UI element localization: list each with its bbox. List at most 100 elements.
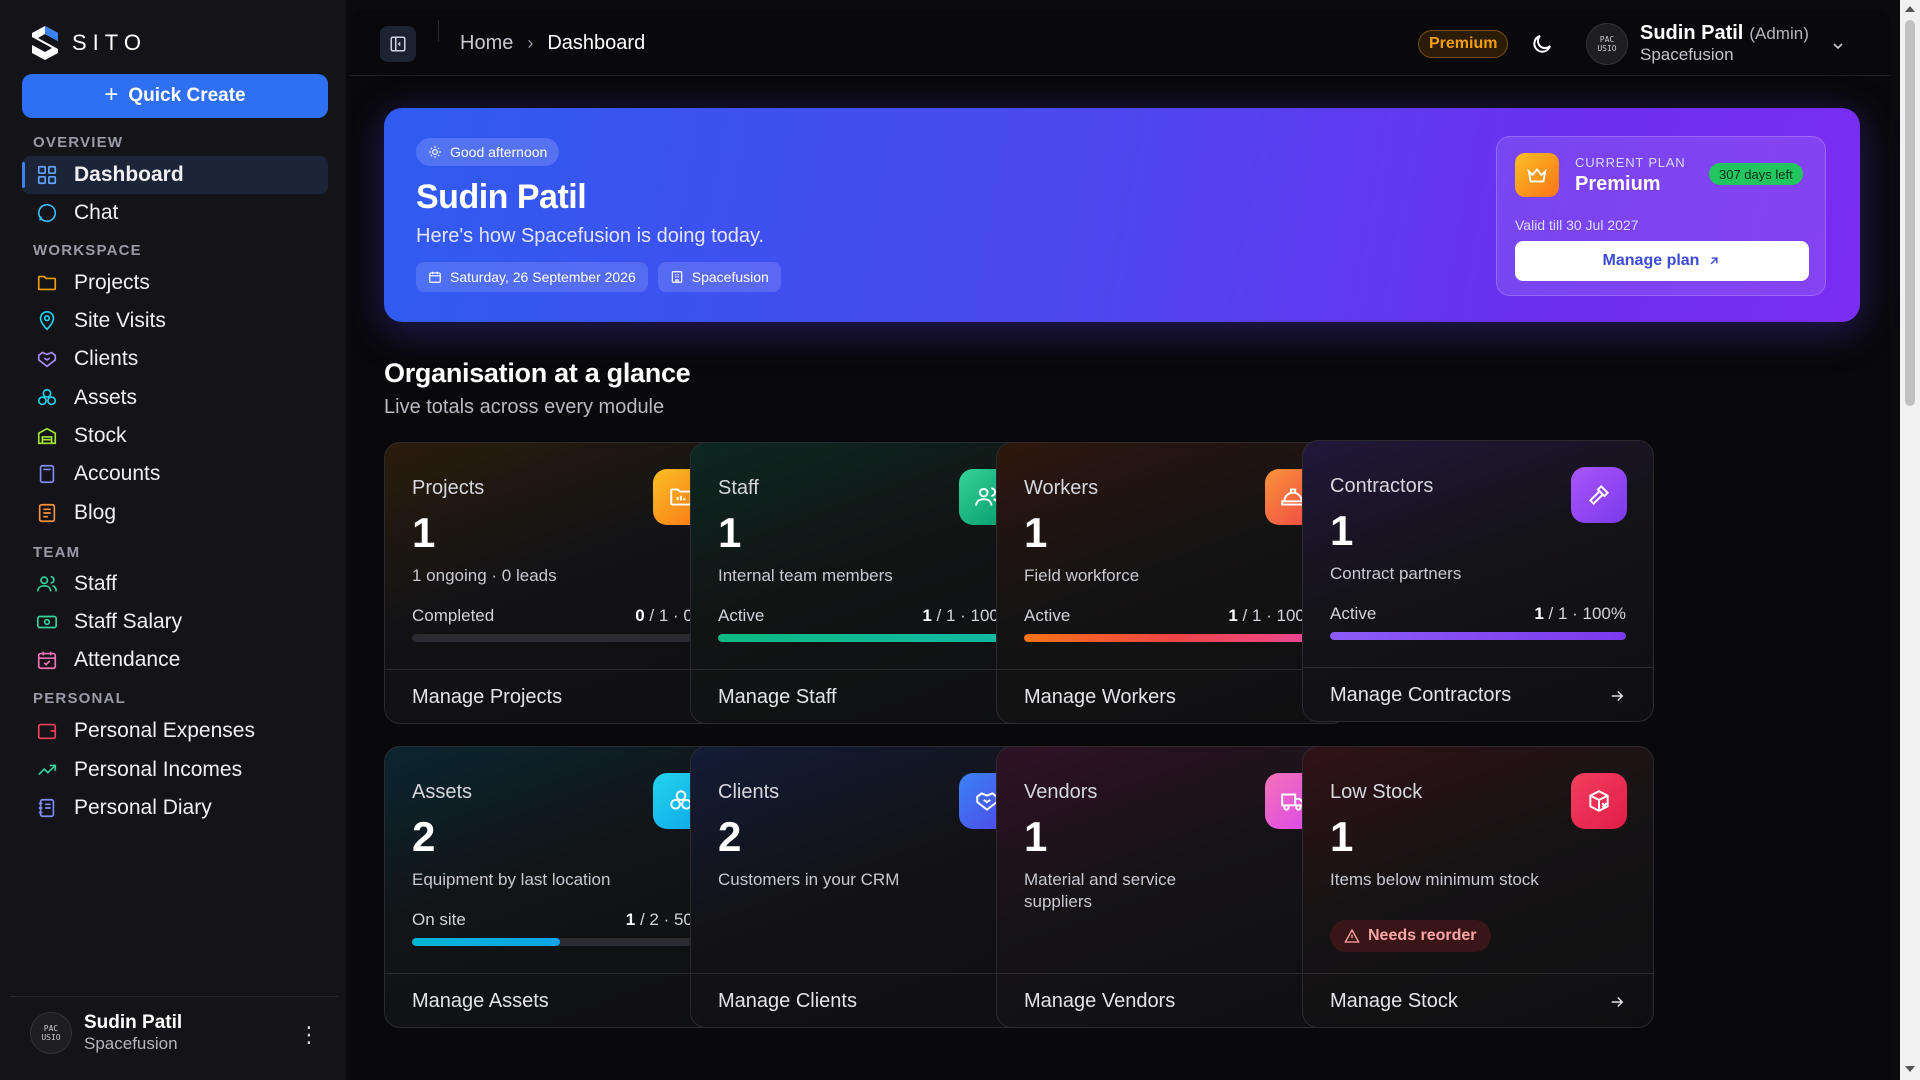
quick-create-button[interactable]: + Quick Create bbox=[22, 74, 328, 118]
plan-label: CURRENT PLAN bbox=[1575, 155, 1686, 170]
sidebar-toggle-button[interactable] bbox=[380, 26, 416, 62]
chat-icon bbox=[37, 203, 57, 223]
quick-create-label: Quick Create bbox=[128, 85, 246, 106]
sidebar-item-label: Chat bbox=[74, 201, 119, 224]
card-value: 1 bbox=[1024, 813, 1048, 860]
nav-section-team: TEAM bbox=[33, 544, 81, 561]
card-value: 1 bbox=[412, 509, 436, 556]
card-footer-label: Manage Assets bbox=[412, 990, 549, 1012]
card-footer-label: Manage Clients bbox=[718, 990, 857, 1012]
breadcrumb-home[interactable]: Home bbox=[460, 32, 513, 55]
sidebar-user-org: Spacefusion bbox=[84, 1034, 178, 1053]
main-content: Home › Dashboard Premium PAC USIO Sudin P… bbox=[350, 10, 1890, 1080]
sidebar-item-stock[interactable]: Stock bbox=[22, 417, 328, 455]
chevron-down-icon[interactable] bbox=[1830, 38, 1846, 54]
scrollbar-thumb[interactable] bbox=[1905, 20, 1915, 406]
topbar-user-menu[interactable]: PAC USIO Sudin Patil (Admin) Spacefusion bbox=[1586, 22, 1809, 65]
manage-workers-link[interactable]: Manage Workers bbox=[997, 669, 1347, 723]
alert-triangle-icon bbox=[1344, 928, 1360, 943]
sidebar-item-clients[interactable]: Clients bbox=[22, 340, 328, 378]
card-description: Field workforce bbox=[1024, 566, 1140, 585]
card-stat-label: Active bbox=[1024, 606, 1071, 625]
card-title: Assets bbox=[412, 781, 473, 803]
sidebar: SITO + Quick Create OVERVIEW Dashboard C… bbox=[0, 0, 346, 1080]
manage-vendors-link[interactable]: Manage Vendors bbox=[997, 973, 1347, 1027]
map-pin-icon bbox=[39, 311, 55, 331]
warehouse-icon bbox=[37, 427, 57, 445]
progress-bar bbox=[1330, 632, 1626, 640]
sidebar-item-personal-diary[interactable]: Personal Diary bbox=[22, 789, 328, 827]
sidebar-item-label: Blog bbox=[74, 501, 117, 524]
calendar-icon bbox=[429, 271, 441, 283]
org-chip: Spacefusion bbox=[657, 262, 781, 292]
sidebar-item-chat[interactable]: Chat bbox=[22, 194, 328, 232]
card-title: Contractors bbox=[1330, 475, 1434, 497]
sidebar-item-staff-salary[interactable]: Staff Salary bbox=[22, 603, 328, 641]
sidebar-item-personal-expenses[interactable]: Personal Expenses bbox=[22, 712, 328, 750]
card-stat: Active 1 / 1 · 100% bbox=[718, 606, 1014, 626]
scroll-down-arrow-icon[interactable] bbox=[1905, 1066, 1915, 1072]
handshake-icon bbox=[37, 351, 57, 368]
scroll-up-arrow-icon[interactable] bbox=[1905, 6, 1915, 12]
topbar-user-org: Spacefusion bbox=[1640, 45, 1734, 64]
app-logo[interactable]: SITO bbox=[30, 24, 147, 62]
manage-plan-button[interactable]: Manage plan bbox=[1515, 241, 1809, 281]
stat-card-assets: Assets 2 Equipment by last location On s… bbox=[384, 746, 736, 1028]
card-description: Material and service suppliers bbox=[1024, 870, 1177, 911]
sidebar-item-label: Staff bbox=[74, 572, 117, 595]
card-value: 2 bbox=[412, 813, 436, 860]
manage-assets-link[interactable]: Manage Assets bbox=[385, 973, 735, 1027]
page-scrollbar[interactable] bbox=[1900, 0, 1920, 1080]
moon-icon[interactable] bbox=[1530, 32, 1554, 56]
card-title: Staff bbox=[718, 477, 759, 499]
card-stat-value: 1 / 1 · 100% bbox=[1534, 604, 1626, 623]
sidebar-item-dashboard[interactable]: Dashboard bbox=[22, 156, 328, 194]
package-x-icon bbox=[1571, 773, 1627, 829]
plan-valid-till: Valid till 30 Jul 2027 bbox=[1515, 217, 1639, 233]
progress-fill bbox=[1330, 632, 1626, 640]
sidebar-item-personal-incomes[interactable]: Personal Incomes bbox=[22, 751, 328, 789]
sidebar-item-staff[interactable]: Staff bbox=[22, 565, 328, 603]
card-footer-label: Manage Contractors bbox=[1330, 684, 1512, 706]
avatar: PAC USIO bbox=[1586, 22, 1628, 65]
manage-projects-link[interactable]: Manage Projects bbox=[385, 669, 735, 723]
card-stat: Completed 0 / 1 · 0% bbox=[412, 606, 708, 626]
folder-icon bbox=[37, 275, 57, 291]
date-text: Saturday, 26 September 2026 bbox=[450, 269, 636, 285]
calendar-check-icon bbox=[37, 651, 57, 670]
card-description: Items below minimum stock bbox=[1330, 870, 1539, 889]
card-title: Workers bbox=[1024, 477, 1099, 499]
sun-icon bbox=[429, 146, 441, 158]
stat-card-clients: Clients 2 Customers in your CRM Manage C… bbox=[690, 746, 1042, 1028]
sidebar-item-assets[interactable]: Assets bbox=[22, 379, 328, 417]
days-left-badge: 307 days left bbox=[1709, 163, 1803, 185]
progress-fill bbox=[718, 634, 1014, 642]
sidebar-item-site-visits[interactable]: Site Visits bbox=[22, 302, 328, 340]
more-options-icon[interactable]: ⋮ bbox=[298, 1022, 320, 1048]
sidebar-user[interactable]: PAC USIO Sudin Patil Spacefusion bbox=[30, 1012, 182, 1054]
newspaper-icon bbox=[38, 503, 56, 523]
sidebar-item-label: Site Visits bbox=[74, 309, 166, 332]
sidebar-item-projects[interactable]: Projects bbox=[22, 264, 328, 302]
manage-clients-link[interactable]: Manage Clients bbox=[691, 973, 1041, 1027]
card-stat-label: Active bbox=[718, 606, 765, 625]
boxes-icon bbox=[37, 388, 57, 406]
manage-stock-link[interactable]: Manage Stock bbox=[1303, 973, 1653, 1027]
sidebar-item-accounts[interactable]: Accounts bbox=[22, 455, 328, 493]
sidebar-item-attendance[interactable]: Attendance bbox=[22, 641, 328, 679]
manage-contractors-link[interactable]: Manage Contractors bbox=[1303, 667, 1653, 721]
hero-subtitle: Here's how Spacefusion is doing today. bbox=[416, 225, 765, 247]
nav-section-workspace: WORKSPACE bbox=[33, 242, 142, 259]
needs-reorder-badge: Needs reorder bbox=[1330, 920, 1491, 952]
users-icon bbox=[37, 575, 57, 592]
sidebar-item-label: Stock bbox=[74, 424, 127, 447]
premium-badge[interactable]: Premium bbox=[1418, 30, 1509, 58]
sidebar-item-label: Projects bbox=[74, 271, 150, 294]
chevron-right-icon: › bbox=[527, 33, 534, 53]
sidebar-item-blog[interactable]: Blog bbox=[22, 494, 328, 532]
nav-section-personal: PERSONAL bbox=[33, 690, 126, 707]
date-chip: Saturday, 26 September 2026 bbox=[416, 262, 648, 292]
trending-up-icon bbox=[38, 764, 57, 776]
card-value: 1 bbox=[718, 509, 742, 556]
manage-staff-link[interactable]: Manage Staff bbox=[691, 669, 1041, 723]
